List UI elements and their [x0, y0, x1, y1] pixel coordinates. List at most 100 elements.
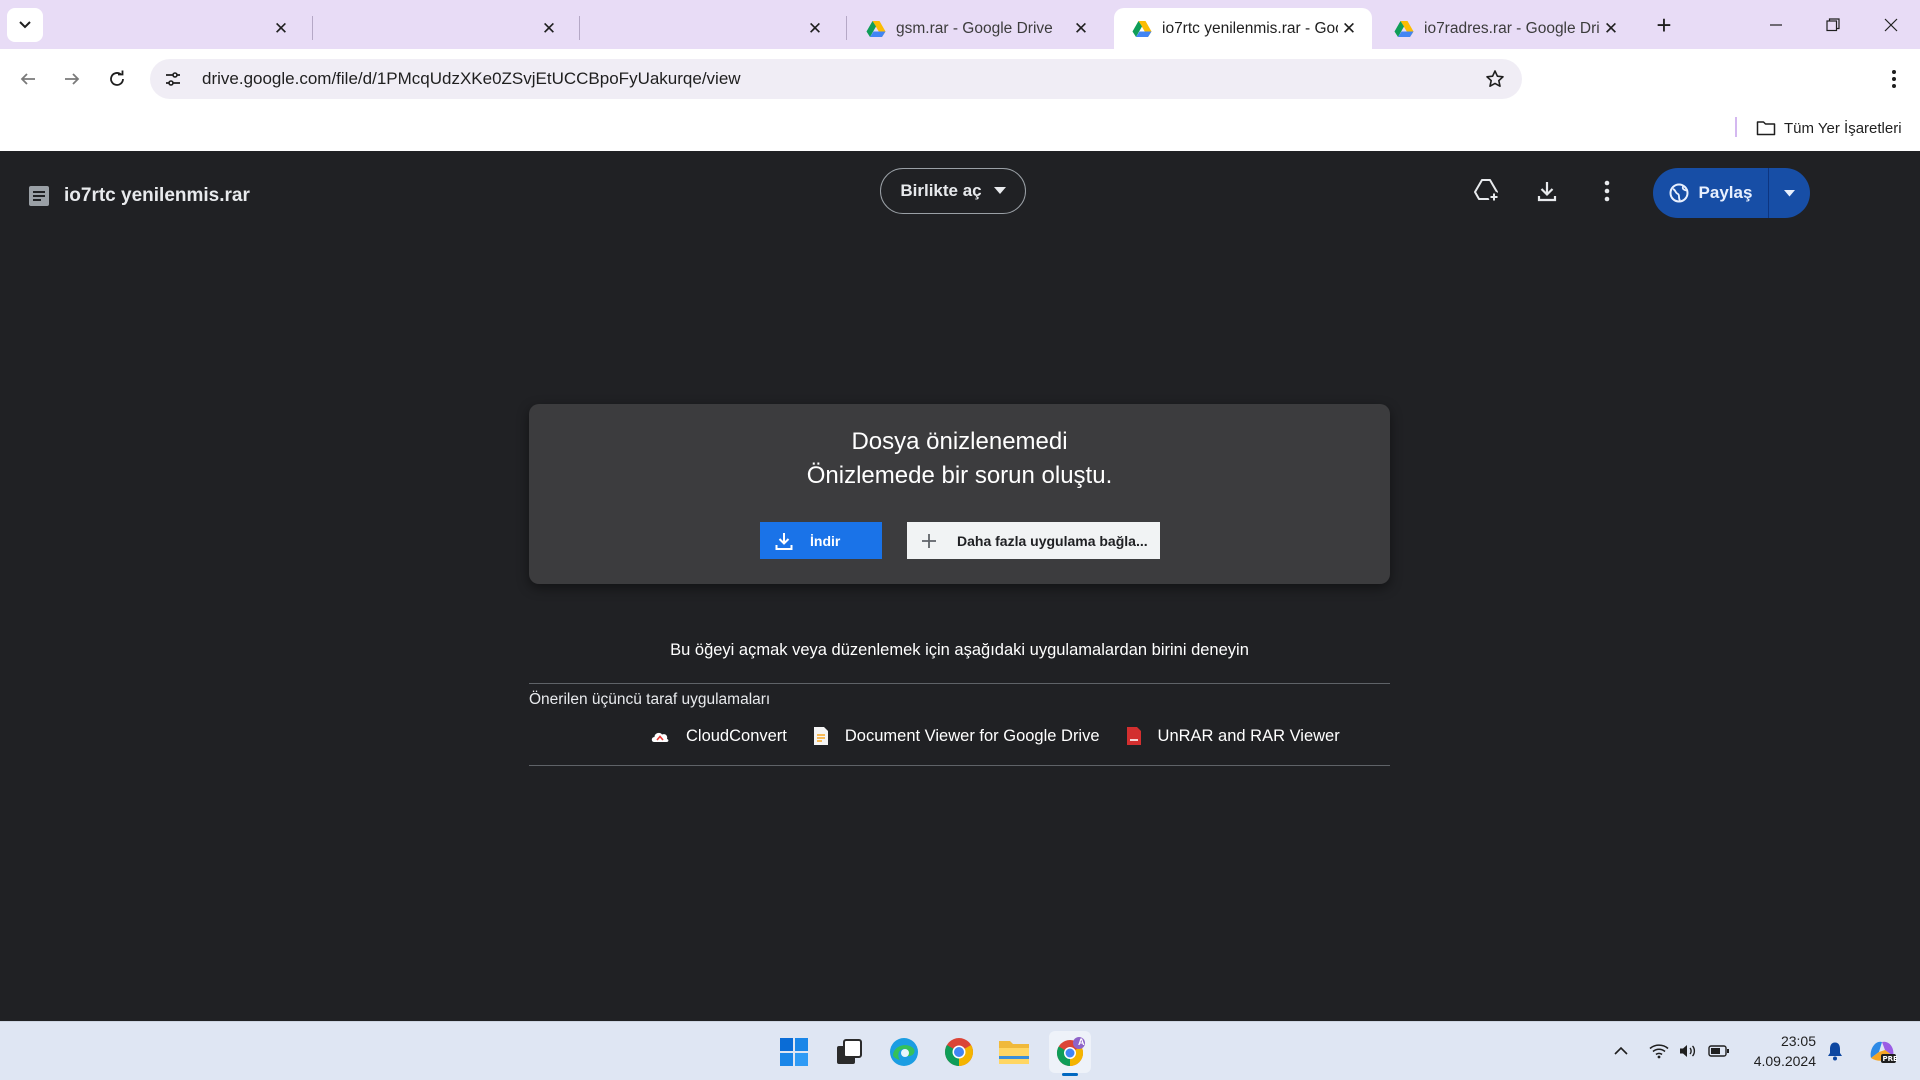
clock-time: 23:05: [1780, 1033, 1816, 1049]
cloudconvert-icon: [651, 732, 669, 742]
tab-3[interactable]: ✕: [582, 8, 838, 49]
apps-divider-top: [529, 683, 1390, 684]
tab-1[interactable]: ✕: [48, 8, 304, 49]
browser-toolbar: drive.google.com/file/d/1PMcqUdzXKe0ZSvj…: [0, 49, 1920, 108]
address-bar[interactable]: drive.google.com/file/d/1PMcqUdzXKe0ZSvj…: [150, 59, 1522, 99]
tab-io7radres-title: io7radres.rar - Google Drive: [1424, 19, 1600, 37]
battery-icon[interactable]: [1706, 1038, 1732, 1064]
caret-down-icon: [993, 187, 1006, 194]
profile-badge: A: [1078, 1037, 1085, 1047]
tab-io7rtc[interactable]: io7rtc yenilenmis.rar - Google Drive ✕: [1114, 8, 1372, 49]
file-explorer-icon[interactable]: [993, 1031, 1035, 1073]
share-label: Paylaş: [1698, 183, 1753, 202]
tab-gsm-title: gsm.rar - Google Drive: [896, 19, 1053, 37]
connect-more-apps-button[interactable]: Daha fazla uygulama bağla...: [907, 522, 1160, 559]
windows-start-icon[interactable]: [773, 1031, 815, 1073]
share-button[interactable]: Paylaş: [1653, 168, 1769, 218]
bookmarks-bar: Tüm Yer İşaretleri: [0, 108, 1920, 151]
file-title-area: io7rtc yenilenmis.rar: [28, 179, 250, 213]
caret-down-icon: [1784, 189, 1795, 196]
close-window-icon[interactable]: [1868, 8, 1914, 42]
chrome-profile-icon[interactable]: A: [1049, 1031, 1091, 1073]
file-name: io7rtc yenilenmis.rar: [64, 185, 250, 206]
browser-menu-icon[interactable]: [1876, 61, 1912, 97]
tab-separator: [846, 16, 847, 40]
svg-text:PRE: PRE: [1883, 1055, 1898, 1063]
google-drive-icon: [1394, 20, 1414, 37]
download-icon: [775, 532, 793, 550]
tab-2-close-icon[interactable]: ✕: [538, 18, 560, 40]
copilot-icon[interactable]: PRE: [1865, 1038, 1899, 1064]
app-document-viewer[interactable]: Document Viewer for Google Drive: [813, 726, 1100, 746]
app-document-viewer-label: Document Viewer for Google Drive: [844, 726, 1100, 745]
open-with-button[interactable]: Birlikte aç: [880, 168, 1026, 214]
share-dropdown-button[interactable]: [1769, 168, 1810, 218]
tab-separator: [579, 16, 580, 40]
volume-icon[interactable]: [1675, 1038, 1701, 1064]
tab-search-button[interactable]: [7, 8, 43, 42]
tab-io7rtc-title: io7rtc yenilenmis.rar - Google Drive: [1162, 19, 1338, 37]
recommended-apps-label: Önerilen üçüncü taraf uygulamaları: [529, 691, 771, 708]
tab-1-close-icon[interactable]: ✕: [270, 18, 292, 40]
wifi-icon[interactable]: [1646, 1038, 1672, 1064]
show-hidden-icons-chevron-icon[interactable]: [1608, 1038, 1634, 1064]
try-apps-text: Bu öğeyi açmak veya düzenlemek için aşağ…: [670, 641, 1249, 659]
active-app-indicator: [1062, 1073, 1078, 1076]
browser-tabstrip: ✕ ✕ ✕ gsm.rar - Google Drive ✕ io7rtc ye…: [0, 0, 1920, 49]
tab-gsm-close-icon[interactable]: ✕: [1070, 18, 1092, 40]
system-clock[interactable]: 23:05 4.09.2024: [1744, 1031, 1816, 1071]
folder-icon: [1756, 121, 1776, 136]
preview-error-title: Dosya önizlenemedi: [851, 428, 1068, 455]
drive-file-viewer: io7rtc yenilenmis.rar Birlikte aç Paylaş…: [0, 151, 1920, 1021]
unrar-icon: [1126, 727, 1141, 745]
google-drive-icon: [866, 20, 886, 37]
app-unrar[interactable]: UnRAR and RAR Viewer: [1126, 726, 1340, 746]
notification-bell-icon[interactable]: [1822, 1038, 1848, 1064]
task-view-icon[interactable]: [828, 1031, 870, 1073]
preview-error-card: Dosya önizlenemedi Önizlemede bir sorun …: [529, 404, 1390, 584]
tab-separator: [312, 16, 313, 40]
clock-date: 4.09.2024: [1753, 1053, 1816, 1069]
bookmarks-separator: [1735, 117, 1737, 137]
app-cloudconvert[interactable]: CloudConvert: [650, 727, 787, 746]
tab-io7rtc-close-icon[interactable]: ✕: [1338, 18, 1360, 40]
tab-io7radres[interactable]: io7radres.rar - Google Drive ✕: [1376, 8, 1634, 49]
globe-icon: [1669, 183, 1689, 203]
restore-icon[interactable]: [1810, 8, 1856, 42]
bookmark-star-icon[interactable]: [1476, 60, 1514, 98]
reload-icon[interactable]: [99, 61, 135, 97]
apps-divider-bottom: [529, 765, 1390, 766]
add-shortcut-drive-icon[interactable]: [1467, 171, 1507, 211]
forward-arrow-icon[interactable]: [54, 61, 90, 97]
tab-io7radres-close-icon[interactable]: ✕: [1600, 18, 1622, 40]
preview-error-subtitle: Önizlemede bir sorun oluştu.: [806, 462, 1113, 489]
google-drive-icon: [1132, 20, 1152, 37]
open-with-label: Birlikte aç: [900, 181, 982, 200]
all-bookmarks-label: Tüm Yer İşaretleri: [1784, 119, 1902, 137]
share-button-group: Paylaş: [1653, 168, 1810, 218]
download-icon[interactable]: [1527, 171, 1567, 211]
minimize-icon[interactable]: [1753, 8, 1799, 42]
tab-2[interactable]: ✕: [316, 8, 572, 49]
download-label: İndir: [810, 532, 841, 549]
tab-gsm[interactable]: gsm.rar - Google Drive ✕: [848, 8, 1104, 49]
back-arrow-icon[interactable]: [10, 61, 46, 97]
site-info-icon[interactable]: [154, 60, 192, 98]
more-options-icon[interactable]: [1587, 171, 1627, 211]
tab-3-close-icon[interactable]: ✕: [804, 18, 826, 40]
recommended-app-list: CloudConvert Document Viewer for Google …: [650, 721, 1366, 751]
all-bookmarks-button[interactable]: Tüm Yer İşaretleri: [1756, 114, 1902, 142]
url-text[interactable]: drive.google.com/file/d/1PMcqUdzXKe0ZSvj…: [192, 69, 1476, 89]
document-viewer-icon: [813, 727, 828, 745]
app-cloudconvert-label: CloudConvert: [686, 726, 787, 745]
file-type-icon: [29, 186, 49, 206]
app-unrar-label: UnRAR and RAR Viewer: [1157, 726, 1340, 745]
connect-more-apps-label: Daha fazla uygulama bağla...: [957, 532, 1148, 549]
edge-icon[interactable]: [883, 1031, 925, 1073]
chevron-down-icon: [19, 21, 31, 29]
new-tab-plus-icon[interactable]: +: [1650, 12, 1678, 40]
chrome-icon[interactable]: [938, 1031, 980, 1073]
windows-taskbar: A 23:05 4.09.2024 PRE: [0, 1021, 1920, 1080]
download-button[interactable]: İndir: [760, 522, 882, 559]
plus-icon: [922, 533, 936, 548]
